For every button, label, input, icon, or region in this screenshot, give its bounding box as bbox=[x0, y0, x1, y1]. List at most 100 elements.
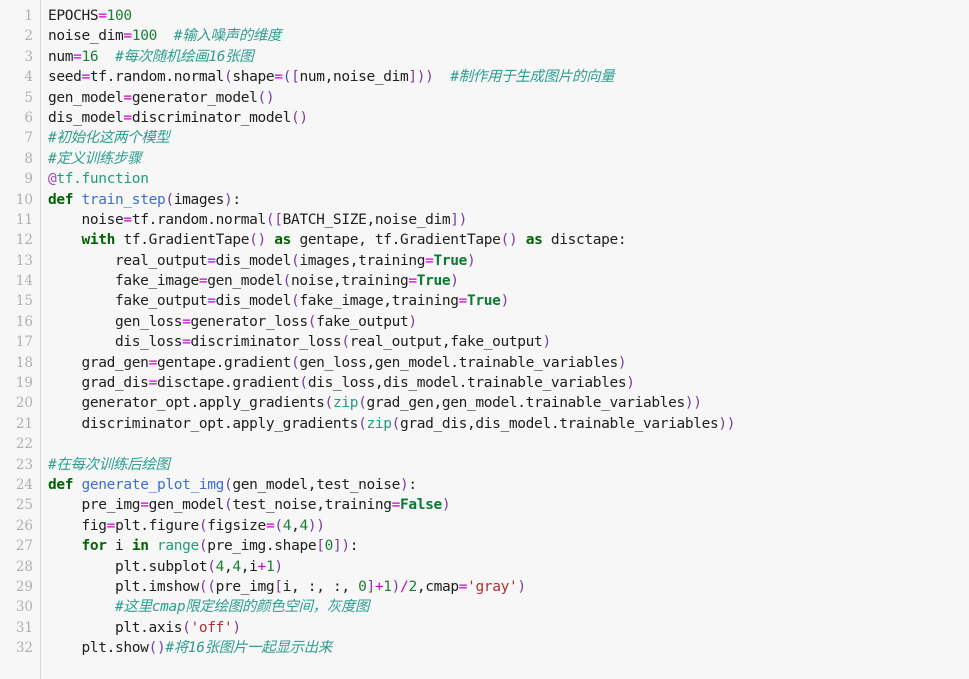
code-token: range bbox=[156, 538, 199, 555]
code-line[interactable]: def train_step(images): bbox=[48, 190, 969, 210]
code-line[interactable]: dis_model=discriminator_model() bbox=[48, 108, 969, 128]
line-number: 31 bbox=[15, 619, 33, 636]
code-line[interactable]: for i in range(pre_img.shape[0]): bbox=[48, 536, 969, 556]
code-token: images,training bbox=[299, 252, 426, 269]
code-line[interactable]: grad_dis=disctape.gradient(dis_loss,dis_… bbox=[48, 373, 969, 393]
code-line[interactable]: fake_output=dis_model(fake_image,trainin… bbox=[48, 291, 969, 311]
code-line[interactable]: real_output=dis_model(images,training=Tr… bbox=[48, 251, 969, 271]
code-line[interactable]: noise=tf.random.normal([BATCH_SIZE,noise… bbox=[48, 210, 969, 230]
code-token: dis_model bbox=[48, 109, 124, 126]
code-token: dis_model bbox=[215, 252, 292, 269]
code-line[interactable]: num=16 #每次随机绘画16张图 bbox=[48, 47, 969, 67]
line-number: 8 bbox=[24, 150, 33, 167]
code-token: = bbox=[198, 273, 208, 290]
code-line[interactable]: plt.imshow((pre_img[i, :, :, 0]+1)/2,cma… bbox=[48, 577, 969, 597]
code-line[interactable]: @tf.function bbox=[48, 169, 969, 189]
code-token: generator_model bbox=[131, 89, 258, 106]
code-token: = bbox=[106, 517, 116, 534]
code-token: disctape.gradient bbox=[156, 375, 300, 392]
code-token: ) bbox=[450, 273, 459, 290]
code-token: gen_loss bbox=[48, 313, 183, 330]
code-token: i, :, :, bbox=[282, 578, 359, 595]
code-token: ([ bbox=[265, 211, 283, 228]
line-number: 1 bbox=[24, 8, 33, 24]
code-token: = bbox=[408, 273, 417, 290]
code-token: 4 bbox=[299, 517, 309, 534]
code-token: seed bbox=[48, 69, 82, 86]
code-token: gen_model,test_noise bbox=[232, 476, 400, 493]
code-line[interactable]: #这里cmap限定绘图的颜色空间，灰度图 bbox=[48, 597, 969, 617]
code-token: ) bbox=[517, 578, 526, 595]
code-token: dis_loss bbox=[48, 334, 183, 351]
code-token: ) bbox=[467, 252, 476, 269]
code-token: True bbox=[416, 273, 451, 290]
code-token: #在每次训练后绘图 bbox=[48, 456, 170, 473]
code-token: () bbox=[500, 232, 518, 249]
code-token: def bbox=[48, 476, 74, 493]
code-line[interactable] bbox=[48, 434, 969, 454]
code-token: for bbox=[81, 538, 107, 555]
code-line[interactable]: #定义训练步骤 bbox=[48, 149, 969, 169]
code-token: + bbox=[374, 578, 384, 595]
code-line[interactable]: #初始化这两个模型 bbox=[48, 128, 969, 148]
code-line[interactable]: pre_img=gen_model(test_noise,training=Fa… bbox=[48, 495, 969, 515]
code-line[interactable]: fig=plt.figure(figsize=(4,4)) bbox=[48, 516, 969, 536]
line-number-gutter: 1 2 3 4 5 6 7 8 9 10 11 12 13 14 15 16 17 18 19 20 21 22 23 24 2… bbox=[0, 0, 41, 679]
code-content-area[interactable]: EPOCHS=100 noise_dim=100 #输入噪声的维度 num=16 #… bbox=[41, 0, 969, 679]
code-token: True bbox=[467, 293, 501, 310]
code-token: ) bbox=[500, 293, 510, 310]
code-token: ( bbox=[341, 334, 350, 351]
code-token: 2 bbox=[408, 578, 417, 595]
code-token: )) bbox=[307, 517, 325, 534]
code-line[interactable]: #在每次训练后绘图 bbox=[48, 455, 969, 475]
code-token: = bbox=[123, 89, 132, 106]
code-line[interactable]: gen_loss=generator_loss(fake_output) bbox=[48, 312, 969, 332]
line-number: 25 bbox=[15, 497, 33, 514]
code-token: gentape.gradient bbox=[156, 354, 292, 371]
code-token: True bbox=[433, 252, 468, 269]
code-line[interactable]: fake_image=gen_model(noise,training=True… bbox=[48, 271, 969, 291]
code-token: = bbox=[73, 48, 82, 65]
code-line[interactable]: noise_dim=100 #输入噪声的维度 bbox=[48, 26, 969, 46]
code-line[interactable]: seed=tf.random.normal(shape=([num,noise_… bbox=[48, 67, 969, 87]
code-token: def bbox=[48, 191, 74, 208]
line-number: 6 bbox=[24, 109, 33, 126]
code-token: [ bbox=[274, 578, 283, 595]
code-token: () bbox=[148, 640, 166, 657]
code-line[interactable]: EPOCHS=100 bbox=[48, 6, 969, 26]
code-line[interactable]: plt.subplot(4,4,i+1) bbox=[48, 557, 969, 577]
code-token: = bbox=[391, 497, 401, 514]
code-token: zip bbox=[332, 395, 359, 412]
code-line[interactable]: grad_gen=gentape.gradient(gen_loss,gen_m… bbox=[48, 353, 969, 373]
code-token: zip bbox=[366, 415, 392, 432]
code-token: ) bbox=[274, 558, 283, 575]
code-token: 'off' bbox=[190, 619, 233, 636]
code-line[interactable]: dis_loss=discriminator_loss(real_output,… bbox=[48, 332, 969, 352]
code-token: = bbox=[81, 69, 91, 86]
code-token: False bbox=[400, 497, 442, 514]
code-token: = bbox=[207, 252, 216, 269]
code-editor[interactable]: 1 2 3 4 5 6 7 8 9 10 11 12 13 14 15 16 17 18 19 20 21 22 23 24 2… bbox=[0, 0, 969, 679]
code-line[interactable]: def generate_plot_img(gen_model,test_noi… bbox=[48, 475, 969, 495]
code-token: = bbox=[148, 354, 158, 371]
code-token: discriminator_opt.apply_gradients bbox=[48, 415, 359, 432]
line-number: 32 bbox=[15, 640, 33, 657]
code-token: fake_image bbox=[48, 273, 199, 290]
code-token: as bbox=[525, 232, 543, 249]
code-line[interactable]: with tf.GradientTape() as gentape, tf.Gr… bbox=[48, 230, 969, 250]
line-number: 29 bbox=[15, 578, 33, 595]
code-line[interactable]: generator_opt.apply_gradients(zip(grad_g… bbox=[48, 393, 969, 413]
code-token: ) bbox=[542, 334, 551, 351]
code-line[interactable]: discriminator_opt.apply_gradients(zip(gr… bbox=[48, 414, 969, 434]
code-line[interactable]: plt.show()#将16张图片一起显示出来 bbox=[48, 638, 969, 658]
code-token: ( bbox=[307, 313, 317, 330]
code-token: gentape, tf.GradientTape bbox=[291, 232, 501, 249]
code-token: tf.GradientTape bbox=[115, 232, 250, 249]
code-token: ) bbox=[408, 313, 417, 330]
code-line[interactable]: plt.axis('off') bbox=[48, 618, 969, 638]
code-line[interactable]: gen_model=generator_model() bbox=[48, 88, 969, 108]
